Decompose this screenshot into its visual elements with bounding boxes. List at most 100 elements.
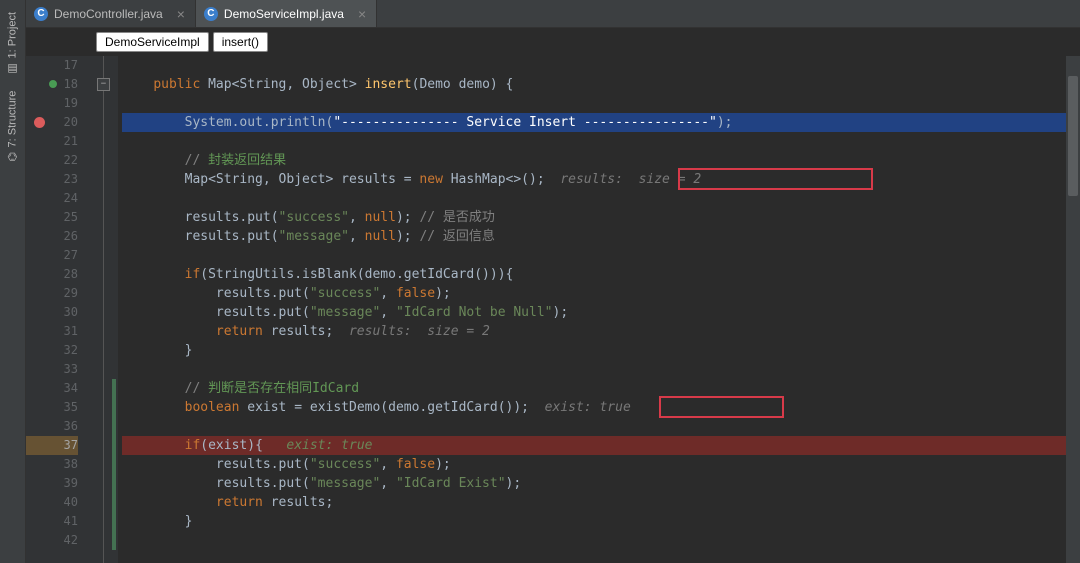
code-line[interactable]: results.put("message", null); // 返回信息 (122, 227, 1066, 246)
code-line[interactable] (122, 94, 1066, 113)
tool-project[interactable]: ▤ 1: Project (6, 4, 19, 83)
line-number[interactable]: 34 (26, 379, 78, 398)
breakpoint-icon[interactable] (34, 117, 45, 128)
breadcrumb-class[interactable]: DemoServiceImpl (96, 32, 209, 52)
token: "IdCard Not be Null" (396, 305, 553, 320)
code-line[interactable] (122, 360, 1066, 379)
gutter[interactable]: 1718192021222324252627282930313233343536… (26, 56, 96, 563)
breadcrumb: DemoServiceImpl insert() (26, 28, 1080, 56)
line-number[interactable]: 21 (26, 132, 78, 151)
code-line[interactable]: // 封装返回结果 (122, 151, 1066, 170)
token: exist = existDemo(demo.getIdCard()); (239, 400, 544, 415)
code-line[interactable]: return results; (122, 493, 1066, 512)
line-number[interactable]: 22 (26, 151, 78, 170)
code-area[interactable]: public Map<String, Object> insert(Demo d… (118, 56, 1066, 563)
line-number[interactable]: 27 (26, 246, 78, 265)
line-number[interactable]: 36 (26, 417, 78, 436)
code-line[interactable]: public Map<String, Object> insert(Demo d… (122, 75, 1066, 94)
line-number[interactable]: 30 (26, 303, 78, 322)
code-line[interactable]: results.put("success", false); (122, 284, 1066, 303)
token: Map<String, Object> (200, 77, 364, 92)
line-number[interactable]: 29 (26, 284, 78, 303)
code-line[interactable] (122, 417, 1066, 436)
line-number[interactable]: 41 (26, 512, 78, 531)
line-number[interactable]: 31 (26, 322, 78, 341)
line-number[interactable]: 33 (26, 360, 78, 379)
code-line[interactable]: boolean exist = existDemo(demo.getIdCard… (122, 398, 1066, 417)
line-number[interactable]: 19 (26, 94, 78, 113)
token: , (349, 229, 365, 244)
token: ); (553, 305, 569, 320)
line-number[interactable]: 35 (26, 398, 78, 417)
line-number[interactable]: 39 (26, 474, 78, 493)
code-line[interactable] (122, 189, 1066, 208)
vcs-change-marker (112, 455, 116, 474)
tab-label: DemoServiceImpl.java (224, 7, 344, 21)
line-number[interactable]: 28 (26, 265, 78, 284)
token: ); (435, 286, 451, 301)
line-number[interactable]: 25 (26, 208, 78, 227)
token: Map<String, Object> results = (122, 172, 419, 187)
fold-column[interactable]: − (96, 56, 112, 563)
code-line[interactable]: results.put("message", "IdCard Not be Nu… (122, 303, 1066, 322)
line-number[interactable]: 40 (26, 493, 78, 512)
token: } (122, 514, 192, 529)
token: new (419, 172, 442, 187)
token: "success" (279, 210, 349, 225)
code-line[interactable]: if(exist){ exist: true (122, 436, 1066, 455)
line-number[interactable]: 37 (26, 436, 78, 455)
token: results; (263, 324, 349, 339)
token: HashMap<>(); (443, 172, 560, 187)
override-marker-icon[interactable] (48, 79, 58, 89)
token (122, 381, 185, 396)
tool-project-label: 1: Project (7, 12, 19, 58)
tab-demo-controller[interactable]: C DemoController.java × (26, 0, 196, 27)
code-line[interactable]: if(StringUtils.isBlank(demo.getIdCard())… (122, 265, 1066, 284)
tool-window-bar: ▤ 1: Project ⌬ 7: Structure (0, 0, 26, 563)
code-line[interactable]: } (122, 341, 1066, 360)
vcs-change-marker (112, 436, 116, 455)
code-line[interactable] (122, 531, 1066, 550)
token (122, 438, 185, 453)
line-number[interactable]: 42 (26, 531, 78, 550)
scrollbar[interactable] (1066, 56, 1080, 563)
close-icon[interactable]: × (177, 6, 185, 22)
code-line[interactable]: results.put("success", null); // 是否成功 (122, 208, 1066, 227)
code-line[interactable] (122, 246, 1066, 265)
token: results.put( (122, 476, 310, 491)
token: false (396, 286, 435, 301)
breadcrumb-method[interactable]: insert() (213, 32, 268, 52)
scroll-thumb[interactable] (1068, 76, 1078, 196)
line-number[interactable]: 23 (26, 170, 78, 189)
code-line[interactable]: results.put("success", false); (122, 455, 1066, 474)
code-line[interactable] (122, 132, 1066, 151)
code-line[interactable] (122, 56, 1066, 75)
code-line[interactable]: Map<String, Object> results = new HashMa… (122, 170, 1066, 189)
line-number[interactable]: 24 (26, 189, 78, 208)
token: results.put( (122, 229, 279, 244)
code-line[interactable]: // 判断是否存在相同IdCard (122, 379, 1066, 398)
token: "IdCard Exist" (396, 476, 506, 491)
token: (exist){ (200, 438, 286, 453)
line-number[interactable]: 18 (26, 75, 78, 94)
tab-demo-service-impl[interactable]: C DemoServiceImpl.java × (196, 0, 377, 27)
code-line[interactable]: results.put("message", "IdCard Exist"); (122, 474, 1066, 493)
close-icon[interactable]: × (358, 6, 366, 22)
tool-structure[interactable]: ⌬ 7: Structure (6, 83, 19, 169)
line-number[interactable]: 32 (26, 341, 78, 360)
line-number[interactable]: 17 (26, 56, 78, 75)
project-icon: ▤ (6, 62, 19, 75)
token: (Demo (412, 77, 459, 92)
code-line[interactable]: System.out.println("--------------- Serv… (122, 113, 1066, 132)
token: // 返回信息 (419, 229, 494, 244)
token: , (380, 476, 396, 491)
token: , (380, 457, 396, 472)
line-number[interactable]: 26 (26, 227, 78, 246)
fold-toggle[interactable]: − (97, 78, 110, 91)
token (122, 153, 185, 168)
line-number[interactable]: 38 (26, 455, 78, 474)
editor[interactable]: 1718192021222324252627282930313233343536… (26, 56, 1080, 563)
code-line[interactable]: } (122, 512, 1066, 531)
code-line[interactable]: return results; results: size = 2 (122, 322, 1066, 341)
line-number[interactable]: 20 (26, 113, 78, 132)
